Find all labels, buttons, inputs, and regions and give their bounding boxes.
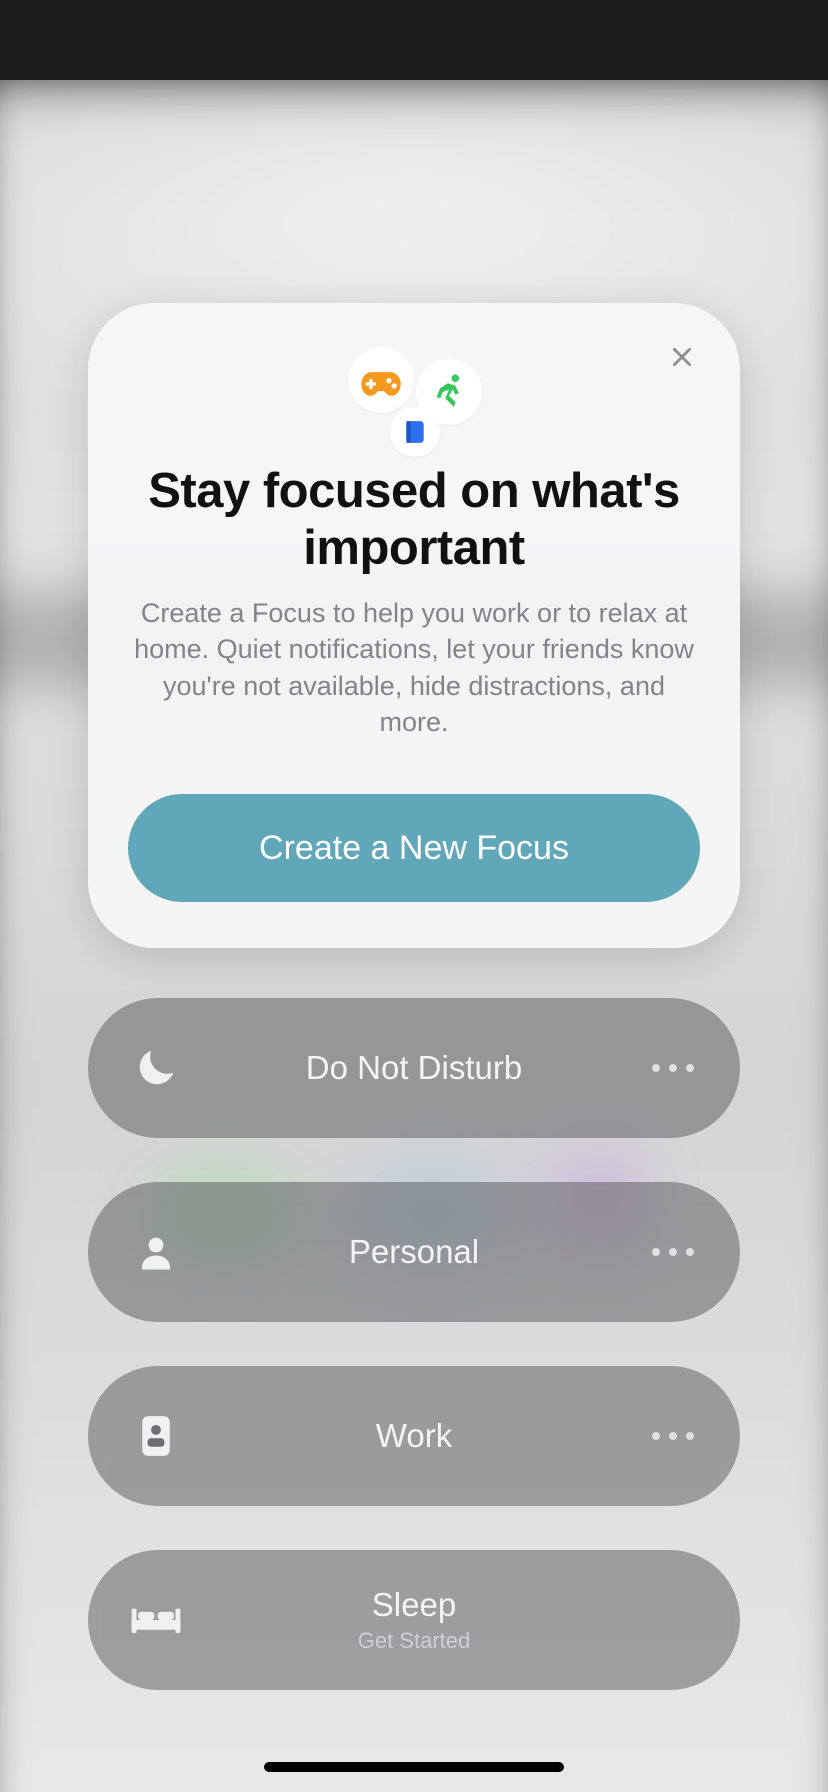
moon-icon: [133, 1045, 179, 1091]
focus-item-personal[interactable]: Personal: [88, 1182, 740, 1322]
more-button[interactable]: [652, 1432, 694, 1440]
focus-item-label: Sleep: [372, 1586, 456, 1624]
focus-list: Do Not Disturb Personal Work: [88, 998, 740, 1690]
focus-item-work[interactable]: Work: [88, 1366, 740, 1506]
close-button[interactable]: [662, 337, 702, 377]
bed-icon: [130, 1600, 182, 1640]
create-focus-button[interactable]: Create a New Focus: [128, 794, 700, 902]
focus-intro-card: Stay focused on what's important Create …: [88, 303, 740, 948]
focus-item-sleep[interactable]: Sleep Get Started: [88, 1550, 740, 1690]
focus-item-label: Work: [376, 1417, 452, 1455]
focus-item-label: Do Not Disturb: [306, 1049, 522, 1087]
person-icon: [135, 1231, 177, 1273]
focus-item-dnd[interactable]: Do Not Disturb: [88, 998, 740, 1138]
home-indicator[interactable]: [264, 1762, 564, 1772]
intro-body: Create a Focus to help you work or to re…: [128, 595, 700, 741]
cluster-circle: [348, 347, 414, 413]
cluster-circle: [390, 407, 440, 457]
more-button[interactable]: [652, 1248, 694, 1256]
book-icon: [402, 419, 428, 445]
badge-icon: [137, 1413, 175, 1459]
running-icon: [429, 372, 469, 412]
close-icon: [669, 344, 695, 370]
focus-item-label: Personal: [349, 1233, 479, 1271]
focus-item-sublabel: Get Started: [358, 1628, 471, 1654]
more-button[interactable]: [652, 1064, 694, 1072]
intro-title: Stay focused on what's important: [128, 463, 700, 577]
game-controller-icon: [360, 359, 402, 401]
intro-icon-cluster: [344, 345, 484, 455]
